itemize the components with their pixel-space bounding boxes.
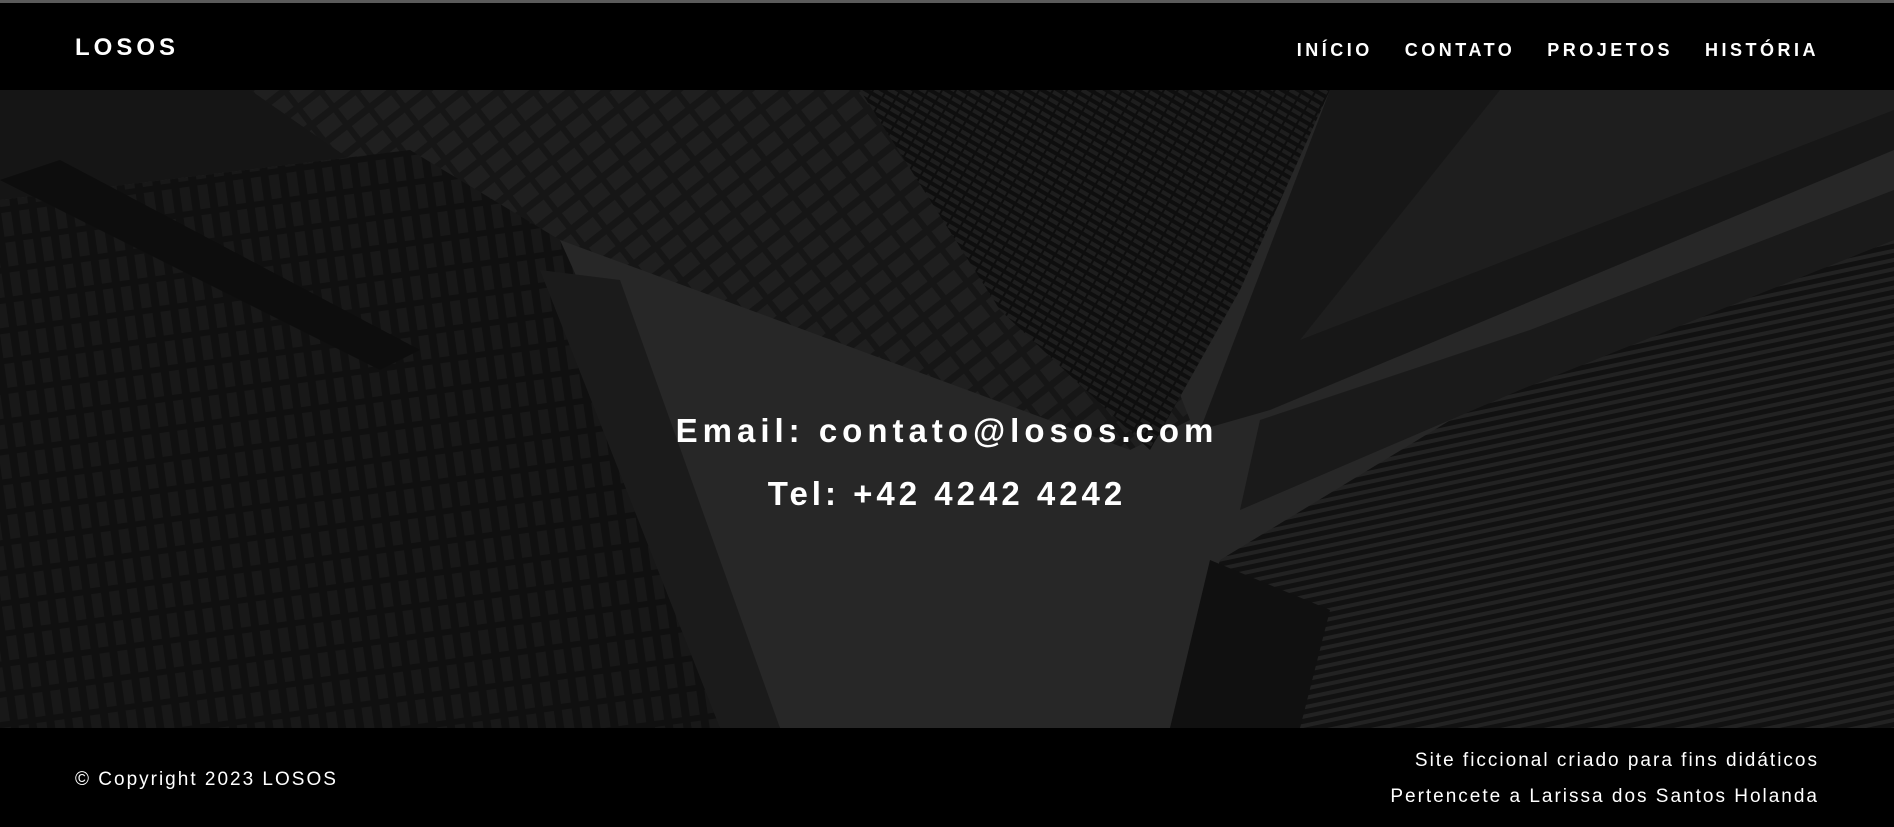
main-nav: INÍCIO CONTATO PROJETOS HISTÓRIA: [1297, 40, 1819, 61]
contact-phone[interactable]: Tel: +42 4242 4242: [0, 475, 1894, 513]
site-logo[interactable]: LOSOS: [75, 34, 179, 62]
site-footer: © Copyright 2023 LOSOS Site ficcional cr…: [0, 728, 1894, 827]
nav-link-inicio[interactable]: INÍCIO: [1297, 40, 1373, 61]
footer-note-line-1: Site ficcional criado para fins didático…: [1414, 750, 1819, 771]
hero-overlay: [0, 90, 1894, 728]
footer-note-line-2: Pertencete a Larissa dos Santos Holanda: [1390, 786, 1819, 807]
copyright-text: © Copyright 2023 LOSOS: [75, 769, 338, 790]
nav-link-projetos[interactable]: PROJETOS: [1547, 40, 1673, 61]
contact-email[interactable]: Email: contato@losos.com: [0, 412, 1894, 450]
nav-link-contato[interactable]: CONTATO: [1405, 40, 1516, 61]
hero-section: Email: contato@losos.com Tel: +42 4242 4…: [0, 90, 1894, 728]
nav-link-historia[interactable]: HISTÓRIA: [1705, 40, 1819, 61]
site-header: LOSOS INÍCIO CONTATO PROJETOS HISTÓRIA: [0, 3, 1894, 90]
